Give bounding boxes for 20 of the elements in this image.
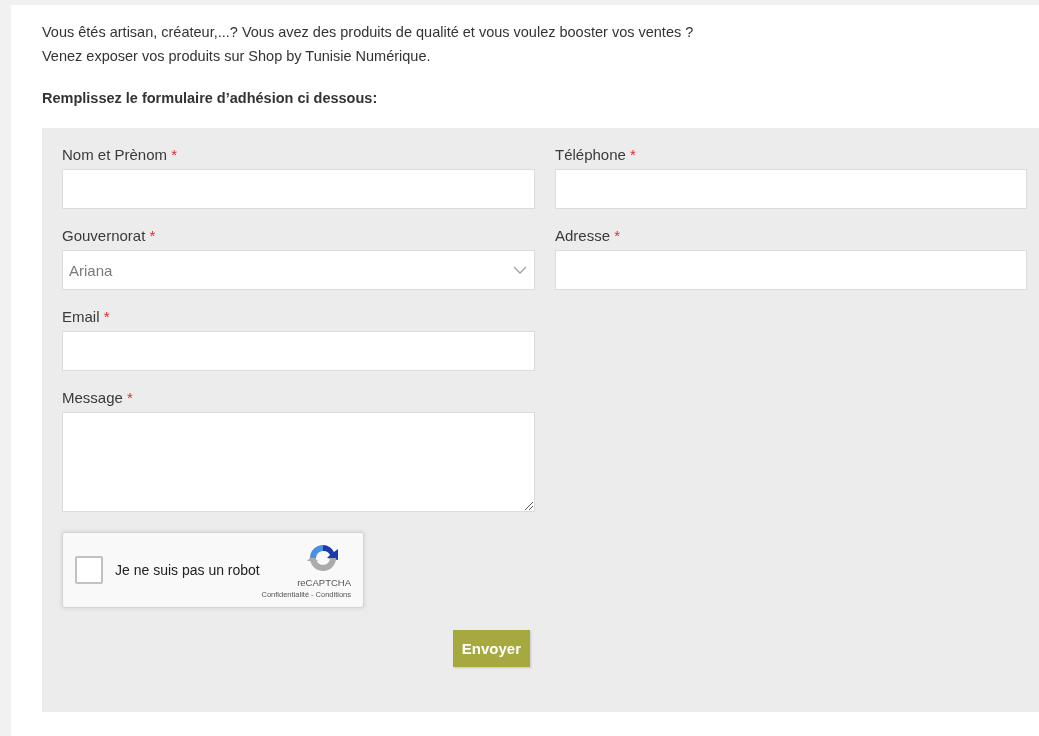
chevron-down-icon (513, 266, 527, 274)
intro-paragraph: Vous êtés artisan, créateur,...? Vous avez des produits de qualité et vous voulez booster vos ventes ? Venez exposer vos produits sur Shop by Tunisie Numérique. (42, 23, 694, 66)
text-field[interactable] (62, 169, 535, 209)
field-label: Message * (62, 388, 133, 408)
resize-grip-icon[interactable] (525, 502, 533, 510)
field-label: Nom et Prènom * (62, 145, 178, 165)
form-heading: Remplissez le formulaire d’adhésion ci dessous: (42, 89, 378, 108)
text-field[interactable] (555, 250, 1027, 290)
field-label: Email * (62, 307, 110, 327)
textarea-field[interactable] (62, 412, 535, 512)
recaptcha-logo-icon (307, 542, 339, 574)
checkbox[interactable] (75, 556, 103, 584)
text-field[interactable] (555, 169, 1027, 209)
dropdown-field[interactable]: Ariana (62, 250, 535, 290)
captcha-label: Je ne suis pas un robot (115, 562, 260, 578)
field-label: Adresse * (555, 226, 621, 246)
field-label: Gouvernorat * (62, 226, 156, 246)
text-field[interactable] (62, 331, 535, 371)
field-label: Téléphone * (555, 145, 636, 165)
recaptcha-brand: reCAPTCHA (297, 577, 351, 588)
